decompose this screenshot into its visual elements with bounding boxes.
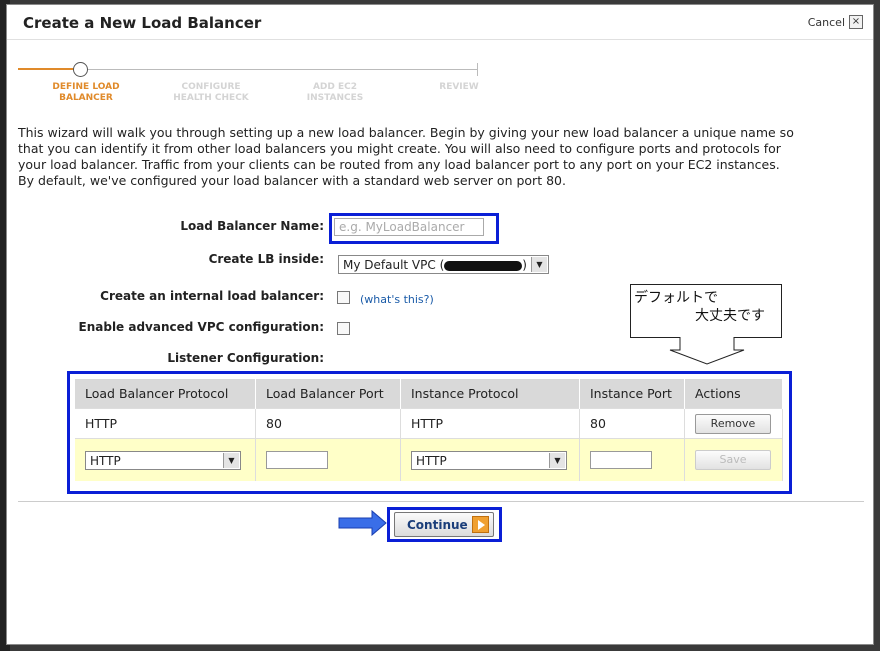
instance-port-input[interactable] <box>590 451 652 469</box>
lb-port-input[interactable] <box>266 451 328 469</box>
step-label-line: BALANCER <box>59 93 113 103</box>
advanced-vpc-label: Enable advanced VPC configuration: <box>78 320 324 334</box>
cell-lb-protocol: HTTP <box>75 408 256 439</box>
cell-instance-protocol: HTTP ▼ <box>400 438 580 481</box>
step-label-line: HEALTH CHECK <box>173 93 249 103</box>
column-header: Load Balancer Port <box>255 379 401 409</box>
step-label-line: INSTANCES <box>306 93 364 103</box>
step-track-progress <box>18 68 80 70</box>
continue-label: Continue <box>407 518 468 532</box>
wizard-intro-text: This wizard will walk you through settin… <box>18 125 850 189</box>
vpc-selected-value: My Default VPC () <box>343 258 527 272</box>
table-row: HTTP 80 HTTP 80 Remove <box>75 408 783 439</box>
cell-lb-port: 80 <box>255 408 401 439</box>
step-configure-health-check: CONFIGURE HEALTH CHECK <box>161 82 261 104</box>
play-arrow-icon <box>472 516 489 533</box>
step-label-line: ADD EC2 <box>312 82 358 92</box>
footer-divider <box>18 501 864 502</box>
step-review: REVIEW <box>423 82 495 93</box>
whats-this-link[interactable]: (what's this?) <box>360 293 434 306</box>
intro-line: that you can identify it from other load… <box>18 141 781 156</box>
step-add-ec2-instances: ADD EC2 INSTANCES <box>290 82 380 104</box>
step-label-line: REVIEW <box>439 82 479 92</box>
cell-lb-protocol: HTTP ▼ <box>75 438 256 481</box>
chevron-down-icon: ▼ <box>531 257 547 272</box>
lb-protocol-value: HTTP <box>90 453 121 468</box>
continue-button[interactable]: Continue <box>394 512 494 537</box>
new-listener-row: HTTP ▼ HTTP ▼ Save <box>75 438 783 481</box>
chevron-down-icon: ▼ <box>549 452 565 468</box>
internal-load-balancer-label: Create an internal load balancer: <box>100 289 324 303</box>
dialog-titlebar: Create a New Load Balancer Cancel × <box>7 5 873 40</box>
load-balancer-name-input[interactable]: e.g. MyLoadBalancer <box>334 218 484 236</box>
intro-line: By default, we've configured your load b… <box>18 173 566 188</box>
redacted-vpc-id <box>444 260 523 271</box>
save-listener-button[interactable]: Save <box>695 450 771 470</box>
step-label-line: DEFINE LOAD <box>52 82 120 92</box>
step-track-end <box>477 63 478 76</box>
create-lb-inside-label: Create LB inside: <box>208 252 324 266</box>
advanced-vpc-checkbox[interactable] <box>337 322 350 335</box>
vpc-value-suffix: ) <box>522 258 527 272</box>
cancel-label: Cancel <box>807 15 845 29</box>
instance-protocol-select-wrap: HTTP ▼ <box>411 450 567 470</box>
step-label-line: CONFIGURE <box>181 82 241 92</box>
cancel-button[interactable]: Cancel × <box>808 15 863 29</box>
wizard-steps: DEFINE LOAD BALANCER CONFIGURE HEALTH CH… <box>18 62 479 112</box>
intro-line: This wizard will walk you through settin… <box>18 125 794 140</box>
cell-lb-port <box>255 438 401 481</box>
column-header: Actions <box>684 379 783 409</box>
callout-line: 大丈夫です <box>695 308 765 324</box>
close-icon[interactable]: × <box>849 15 863 29</box>
chevron-down-icon: ▼ <box>223 452 239 468</box>
lb-protocol-select[interactable]: HTTP ▼ <box>85 450 241 470</box>
step-define-load-balancer: DEFINE LOAD BALANCER <box>38 82 134 104</box>
cell-instance-port: 80 <box>579 408 685 439</box>
instance-protocol-select[interactable]: HTTP ▼ <box>411 450 567 470</box>
cell-instance-port <box>579 438 685 481</box>
listener-table: Load Balancer Protocol Load Balancer Por… <box>75 379 783 481</box>
current-step-marker <box>73 62 88 77</box>
column-header: Load Balancer Protocol <box>75 379 256 409</box>
callout-line: デフォルトで <box>634 290 718 306</box>
cell-actions: Remove <box>684 408 783 439</box>
instance-protocol-value: HTTP <box>416 453 447 468</box>
dialog-title: Create a New Load Balancer <box>23 14 262 32</box>
cell-actions: Save <box>684 438 783 481</box>
column-header: Instance Port <box>579 379 685 409</box>
annotation-callout: デフォルトで 大丈夫です <box>630 284 782 338</box>
cell-instance-protocol: HTTP <box>400 408 580 439</box>
listener-configuration-label: Listener Configuration: <box>167 351 324 365</box>
load-balancer-name-label: Load Balancer Name: <box>180 219 324 233</box>
remove-listener-button[interactable]: Remove <box>695 413 771 434</box>
column-header: Instance Protocol <box>400 379 580 409</box>
vpc-value-prefix: My Default VPC ( <box>343 258 445 272</box>
vpc-select[interactable]: My Default VPC () ▼ <box>338 255 549 274</box>
pointer-arrow-icon <box>338 510 387 536</box>
internal-load-balancer-checkbox[interactable] <box>337 291 350 304</box>
lb-protocol-select-wrap: HTTP ▼ <box>85 450 241 470</box>
listener-header-row: Load Balancer Protocol Load Balancer Por… <box>75 379 783 409</box>
callout-pointer-arrow <box>669 337 745 365</box>
intro-line: your load balancer. Traffic from your cl… <box>18 157 780 172</box>
